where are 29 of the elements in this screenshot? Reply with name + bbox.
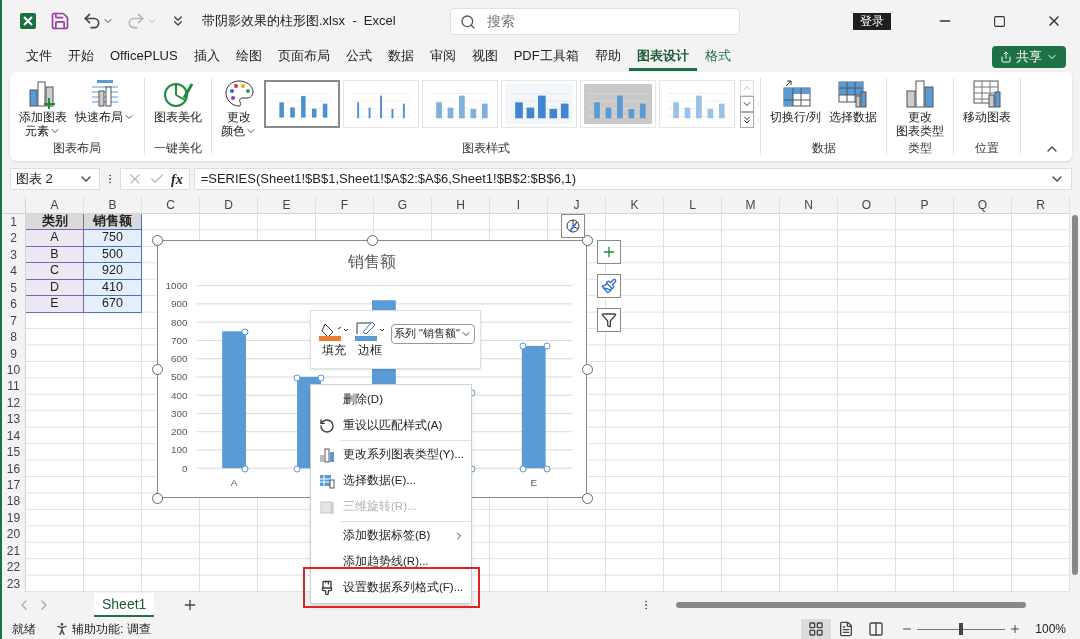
axis-tick-label: 600 — [170, 353, 188, 365]
group-label: 图表样式 — [461, 141, 511, 155]
axis-tick-label: 700 — [170, 334, 188, 346]
axis-tick-label: 500 — [170, 371, 188, 383]
axis-tick-label: 800 — [170, 316, 188, 328]
table-cell: A — [26, 230, 84, 247]
axis-tick-label: 0 — [181, 462, 188, 474]
group-label: 一键美化 — [153, 141, 203, 155]
axis-tick-label: 1000 — [165, 280, 188, 292]
axis-tick-label: 200 — [170, 426, 188, 438]
group-label: 位置 — [974, 141, 1001, 155]
table-cell: 销售额 — [84, 214, 142, 231]
axis-tick-label: E — [530, 477, 538, 489]
group-label: 类型 — [907, 141, 934, 155]
table-cell: 750 — [84, 230, 142, 247]
axis-tick-label: 900 — [170, 298, 188, 310]
table-cell: E — [26, 296, 84, 313]
axis-tick-label: A — [230, 477, 238, 489]
axis-tick-label: 400 — [170, 389, 188, 401]
table-cell: 类别 — [26, 214, 84, 231]
group-label: 数据 — [810, 141, 837, 155]
table-cell: 670 — [84, 296, 142, 313]
window-title: 带阴影效果的柱形图.xlsx - Excel — [202, 12, 397, 31]
table-cell: C — [26, 263, 84, 280]
table-cell: 920 — [84, 263, 142, 280]
axis-tick-label: 100 — [170, 444, 188, 456]
axis-tick-label: 300 — [170, 407, 188, 419]
group-label: 图表布局 — [52, 141, 102, 155]
status-text: 就绪 — [12, 621, 36, 638]
